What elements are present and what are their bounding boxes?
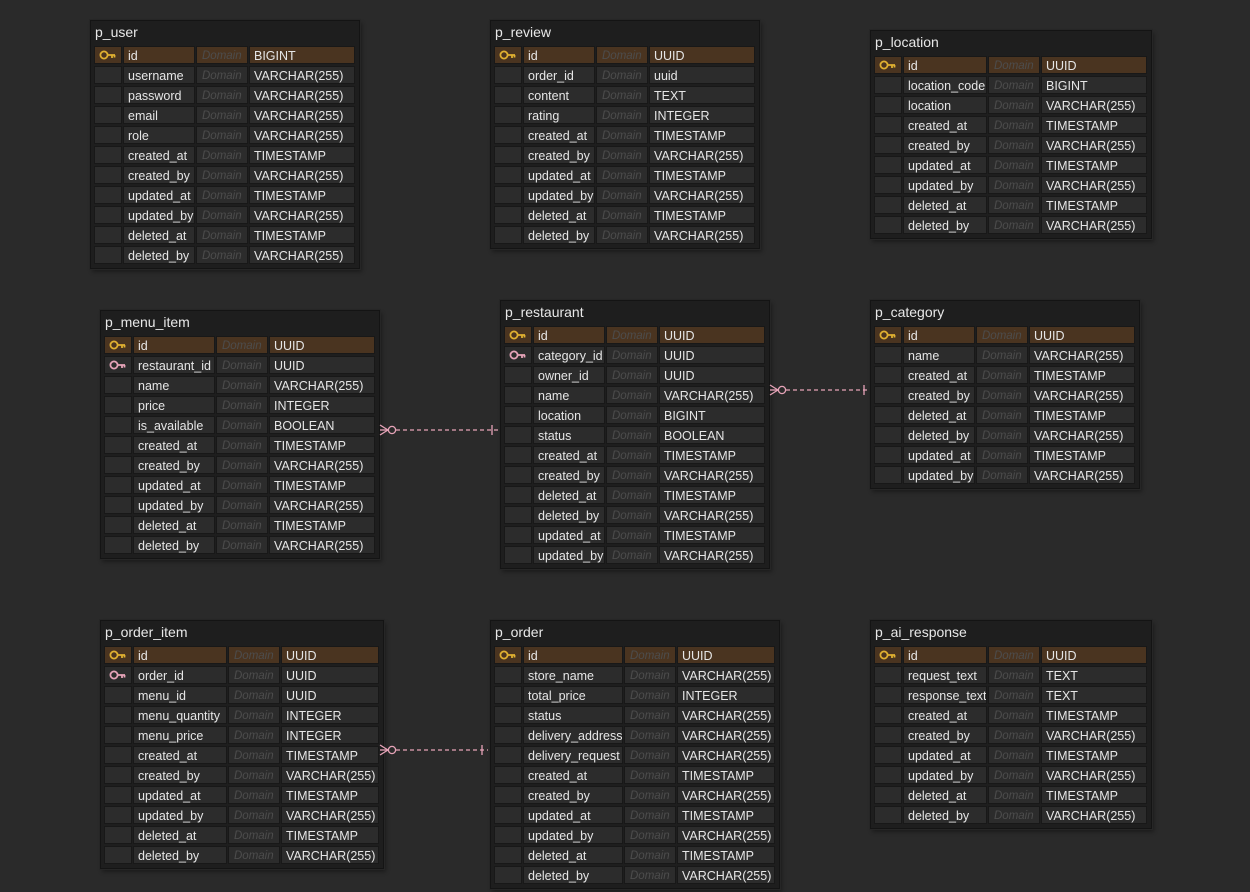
- relation-menu-item-restaurant[interactable]: [379, 424, 498, 436]
- relation-order-item-order[interactable]: [379, 744, 488, 756]
- relation-restaurant-category[interactable]: [769, 384, 870, 396]
- relationship-lines: [379, 384, 870, 756]
